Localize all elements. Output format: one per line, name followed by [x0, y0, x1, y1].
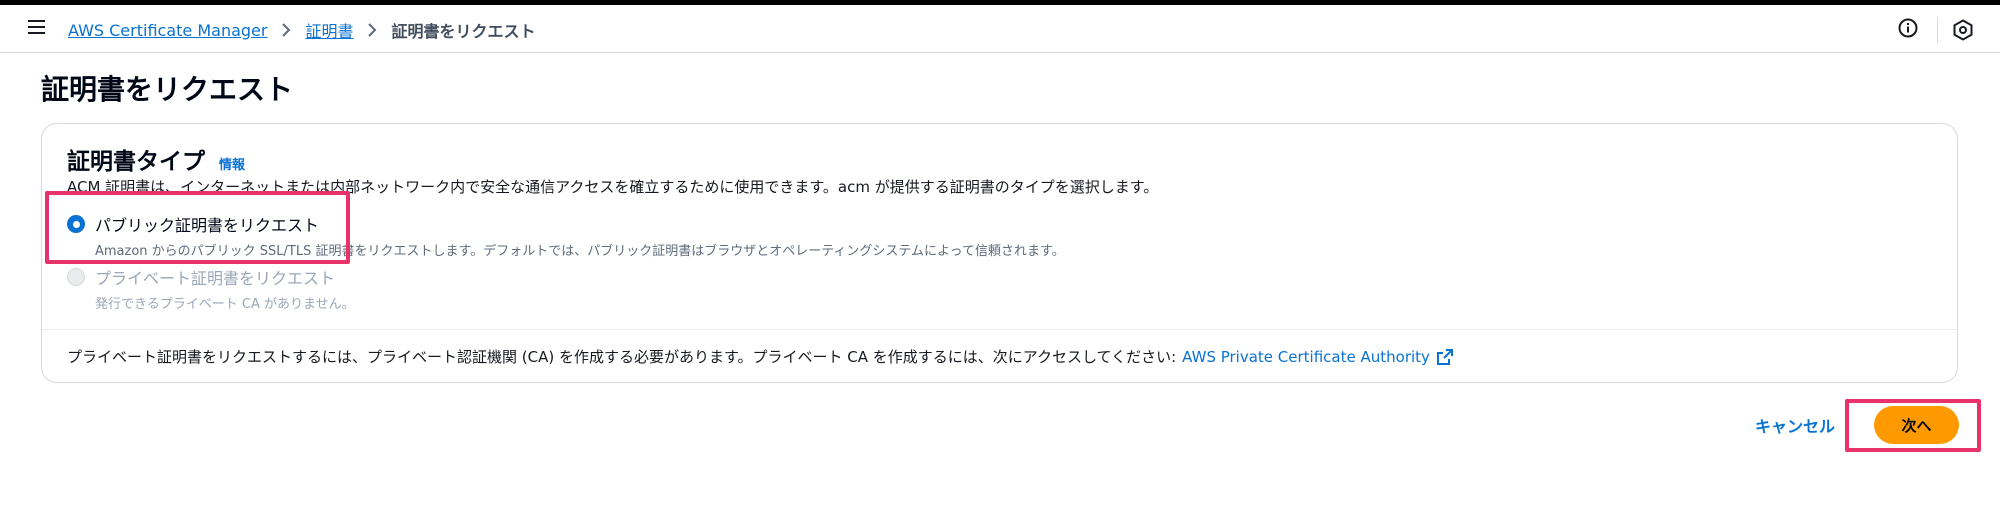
- breadcrumb-certificates-link[interactable]: 証明書: [305, 18, 353, 42]
- private-ca-note-text: プライベート証明書をリクエストするには、プライベート認証機関 (CA) を作成す…: [67, 348, 1177, 366]
- external-link-icon: [1436, 348, 1453, 365]
- panel-description: ACM 証明書は、インターネットまたは内部ネットワーク内で安全な通信アクセスを確…: [67, 178, 1159, 196]
- private-ca-note: プライベート証明書をリクエストするには、プライベート認証機関 (CA) を作成す…: [67, 346, 1454, 367]
- help-hexagon-icon[interactable]: [1951, 18, 1975, 42]
- radio-option-description: Amazon からのパブリック SSL/TLS 証明書をリクエストします。デフォ…: [95, 244, 1065, 259]
- radio-option-description: 発行できるプライベート CA がありません。: [95, 297, 355, 312]
- radio-option-text: パブリック証明書をリクエスト Amazon からのパブリック SSL/TLS 証…: [95, 212, 1065, 259]
- chevron-right-icon: [281, 23, 291, 37]
- certificate-type-panel: 証明書タイプ 情報 ACM 証明書は、インターネットまたは内部ネットワーク内で安…: [41, 123, 1958, 383]
- breadcrumb-current: 証明書をリクエスト: [391, 22, 536, 41]
- panel-header: 証明書タイプ 情報: [67, 142, 245, 176]
- menu-icon[interactable]: [26, 17, 48, 37]
- radio-option-text: プライベート証明書をリクエスト 発行できるプライベート CA がありません。: [95, 265, 355, 312]
- radio-button-disabled: [67, 268, 85, 286]
- radio-option-public-certificate[interactable]: パブリック証明書をリクエスト Amazon からのパブリック SSL/TLS 証…: [67, 212, 1065, 259]
- next-button[interactable]: 次へ: [1874, 406, 1959, 444]
- info-link[interactable]: 情報: [219, 154, 245, 173]
- radio-option-label: パブリック証明書をリクエスト: [95, 216, 320, 235]
- private-ca-link[interactable]: AWS Private Certificate Authority: [1182, 348, 1454, 366]
- page-title: 証明書をリクエスト: [41, 73, 294, 106]
- toolbar-divider: [1937, 17, 1938, 43]
- panel-title: 証明書タイプ: [67, 149, 205, 175]
- chevron-right-icon: [367, 23, 377, 37]
- cancel-button[interactable]: キャンセル: [1755, 413, 1835, 439]
- breadcrumb-service-link[interactable]: AWS Certificate Manager: [68, 21, 267, 40]
- radio-option-label: プライベート証明書をリクエスト: [95, 269, 336, 288]
- radio-button-checked[interactable]: [67, 215, 85, 233]
- radio-option-private-certificate: プライベート証明書をリクエスト 発行できるプライベート CA がありません。: [67, 265, 355, 312]
- private-ca-link-label[interactable]: AWS Private Certificate Authority: [1182, 348, 1430, 366]
- breadcrumb: AWS Certificate Manager 証明書 証明書をリクエスト: [68, 18, 536, 42]
- top-navigation-bar: AWS Certificate Manager 証明書 証明書をリクエスト: [0, 5, 2000, 53]
- info-circle-icon[interactable]: [1896, 16, 1920, 40]
- panel-divider: [42, 329, 1957, 330]
